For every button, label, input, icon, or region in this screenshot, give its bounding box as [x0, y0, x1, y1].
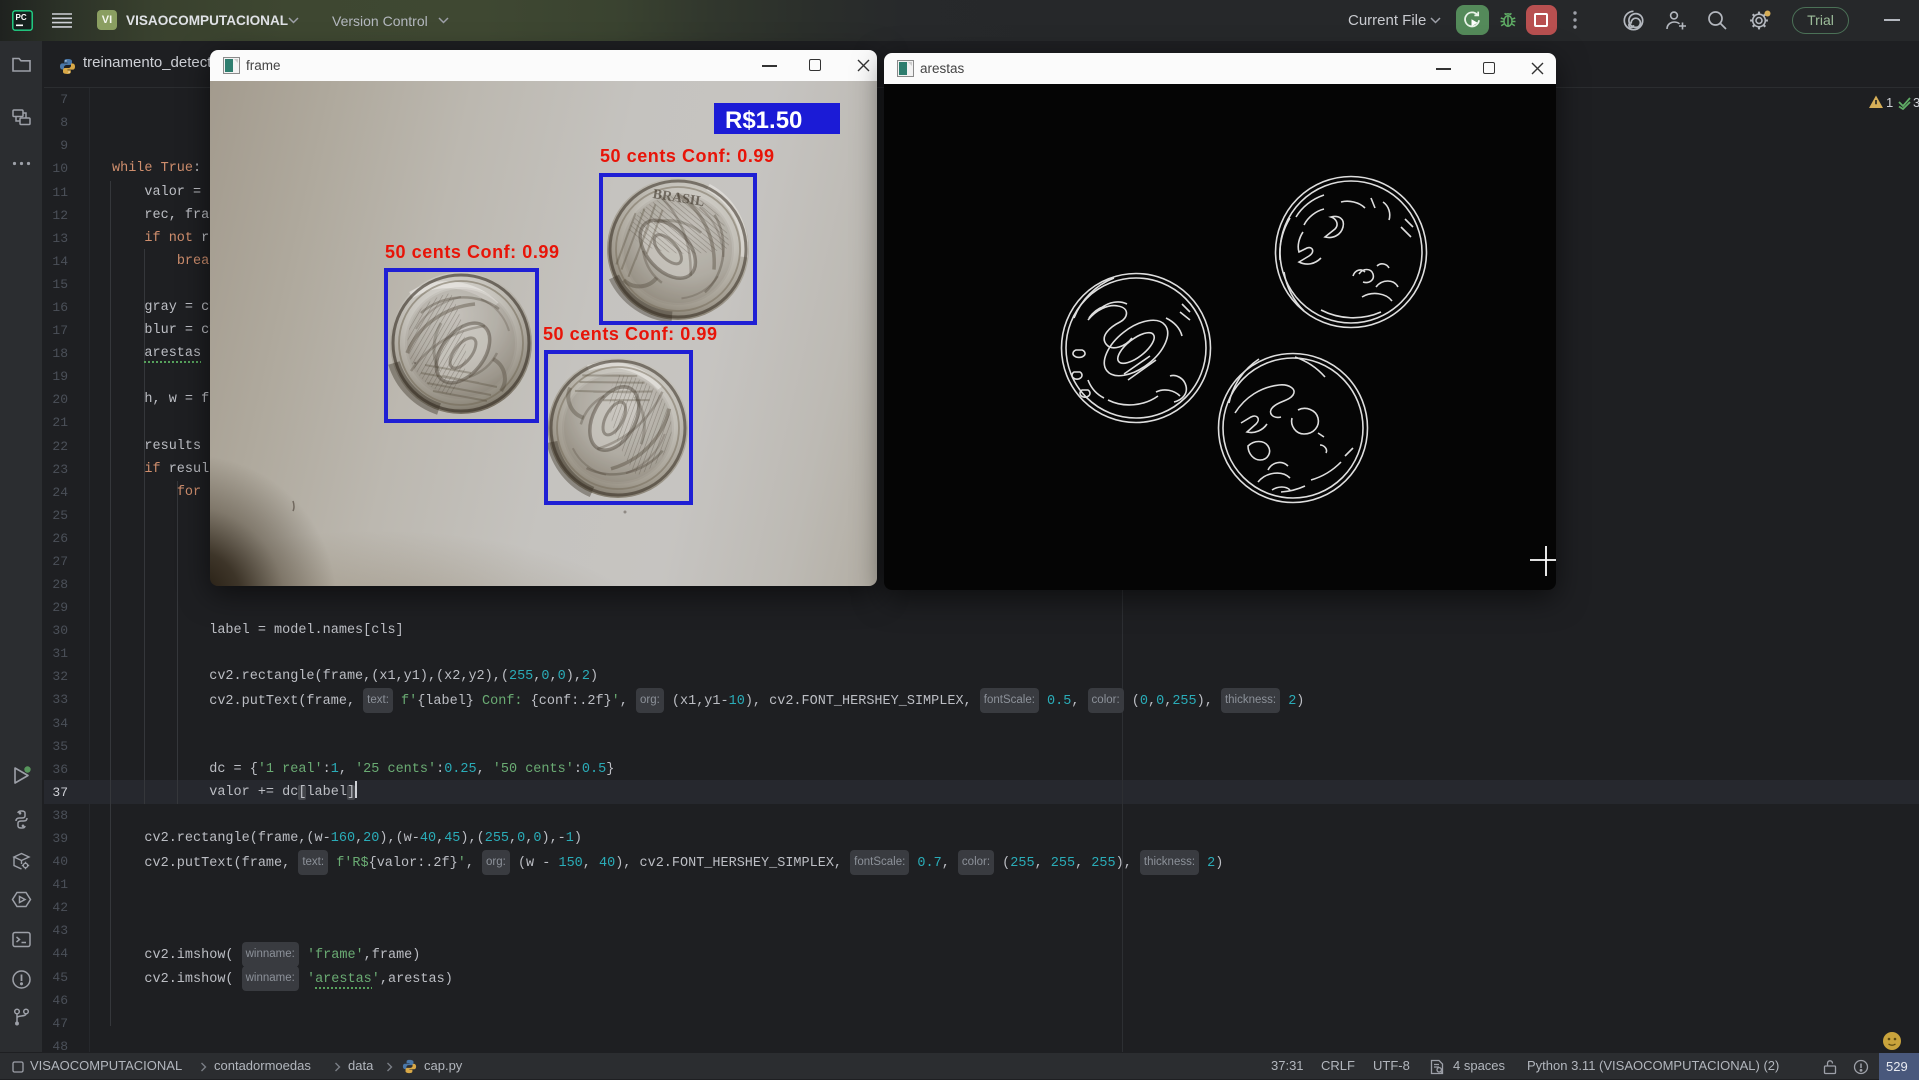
svg-text:PC: PC: [16, 13, 27, 22]
svg-text:3: 3: [1913, 95, 1919, 110]
svg-text:1: 1: [1886, 95, 1893, 110]
